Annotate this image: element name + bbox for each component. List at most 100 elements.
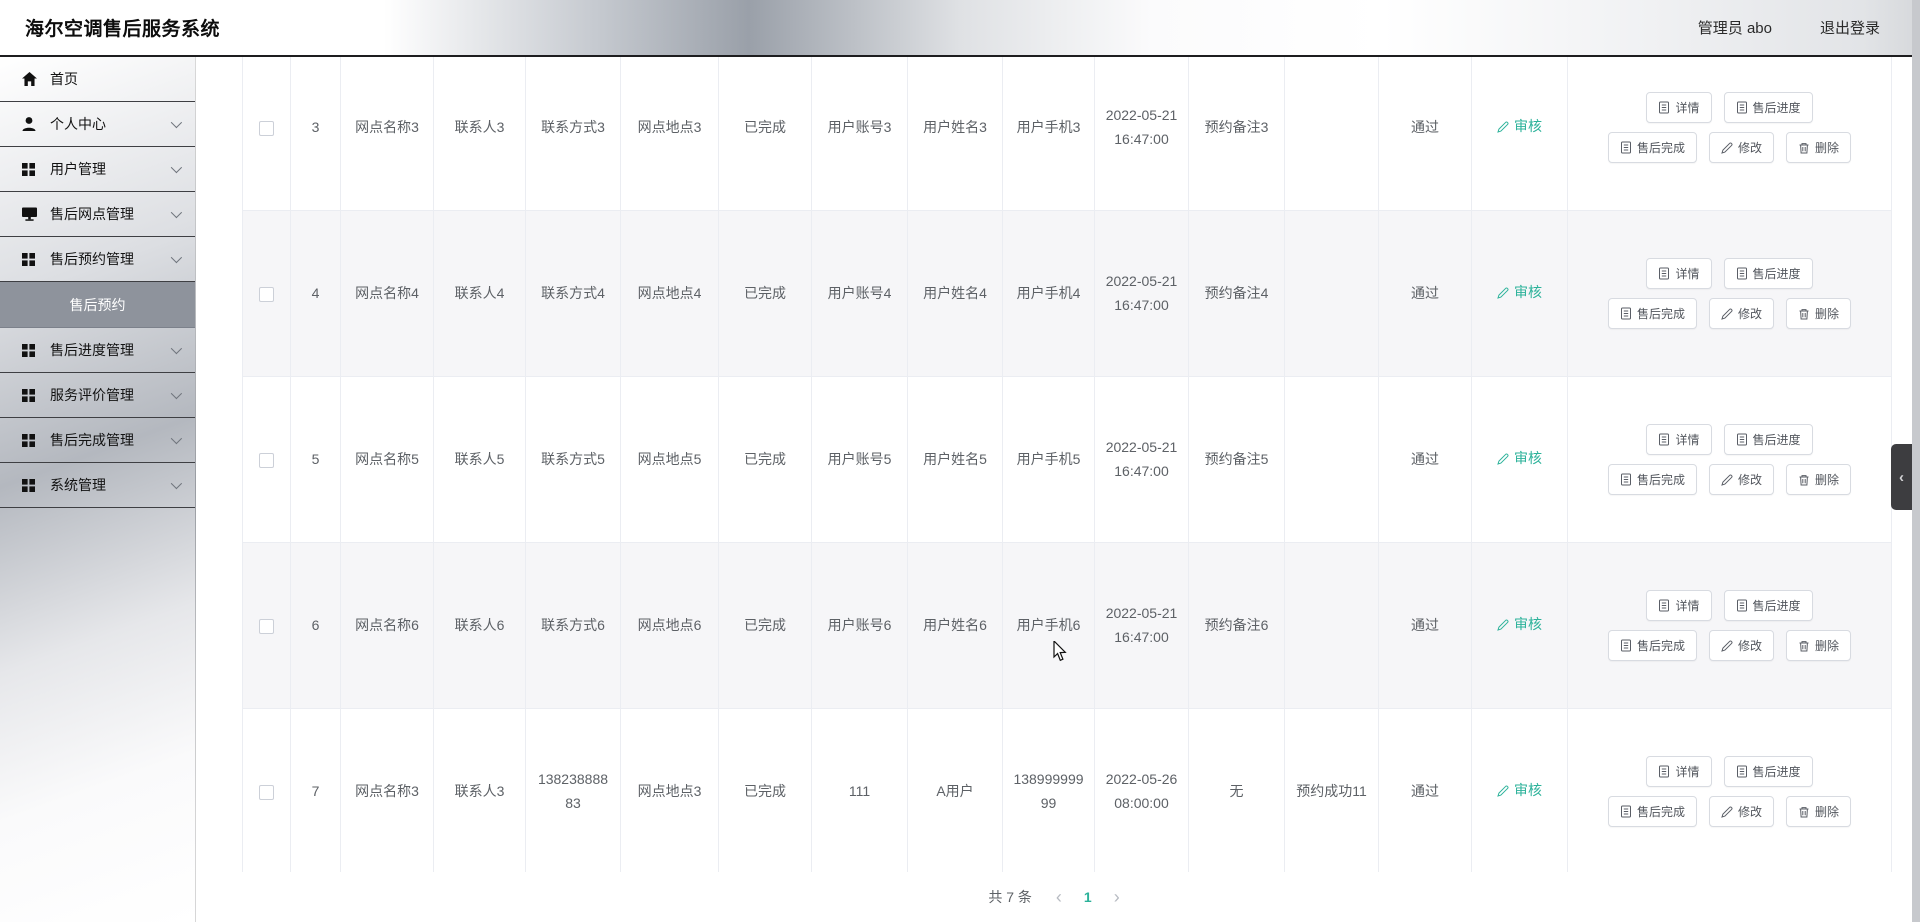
cell-contact: 联系人3	[433, 57, 526, 211]
detail-button[interactable]: 详情	[1646, 756, 1712, 787]
edit-button[interactable]: 修改	[1708, 796, 1774, 827]
row-checkbox[interactable]	[259, 120, 274, 136]
sidebar-item-label: 系统管理	[50, 477, 106, 493]
sidebar-item[interactable]: 首页	[0, 57, 195, 102]
sidebar-item[interactable]: 售后预约管理	[0, 237, 195, 282]
document-icon	[1736, 267, 1748, 280]
page-number-current[interactable]: 1	[1076, 889, 1100, 905]
cell-account: 111	[811, 708, 908, 872]
edit-icon	[1497, 287, 1509, 299]
complete-button[interactable]: 售后完成	[1607, 132, 1697, 163]
cell-address: 网点地点3	[620, 708, 719, 872]
detail-button[interactable]: 详情	[1646, 92, 1712, 123]
cell-remark: 预约备注3	[1188, 57, 1285, 211]
complete-button[interactable]: 售后完成	[1607, 464, 1697, 495]
audit-link[interactable]: 审核	[1497, 779, 1542, 802]
cell-success	[1284, 542, 1379, 709]
cell-time: 2022-05-21 16:47:00	[1094, 210, 1189, 377]
row-checkbox[interactable]	[259, 286, 274, 302]
cell-audit-status: 通过	[1378, 542, 1472, 709]
progress-button[interactable]: 售后进度	[1723, 424, 1813, 455]
cell-contact-method: 联系方式6	[525, 542, 621, 709]
audit-link[interactable]: 审核	[1497, 613, 1542, 636]
edit-button[interactable]: 修改	[1708, 132, 1774, 163]
cell-index: 4	[290, 210, 341, 377]
sidebar-item[interactable]: 个人中心	[0, 102, 195, 147]
cell-status: 已完成	[718, 57, 812, 211]
cell-audit-status: 通过	[1378, 57, 1472, 211]
row-checkbox[interactable]	[259, 784, 274, 800]
cell-audit-status: 通过	[1378, 708, 1472, 872]
row-checkbox[interactable]	[259, 452, 274, 468]
delete-button[interactable]: 删除	[1786, 796, 1852, 827]
cell-contact-method: 联系方式5	[525, 376, 621, 543]
panel-collapse-button[interactable]: ‹	[1891, 444, 1912, 510]
delete-icon	[1798, 474, 1810, 486]
sidebar-item-label: 售后网点管理	[50, 206, 134, 222]
audit-link[interactable]: 审核	[1497, 447, 1542, 470]
delete-button[interactable]: 删除	[1786, 464, 1852, 495]
grid-icon	[22, 478, 38, 492]
progress-button[interactable]: 售后进度	[1723, 756, 1813, 787]
next-page-icon[interactable]: ›	[1106, 888, 1128, 906]
cell-audit: 审核	[1471, 708, 1568, 872]
cell-checkbox	[242, 57, 291, 211]
cell-audit: 审核	[1471, 210, 1568, 377]
edit-button[interactable]: 修改	[1708, 464, 1774, 495]
sidebar-item[interactable]: 售后完成管理	[0, 418, 195, 463]
delete-button[interactable]: 删除	[1786, 630, 1852, 661]
cell-success	[1284, 57, 1379, 211]
edit-button[interactable]: 修改	[1708, 298, 1774, 329]
sidebar-item[interactable]: 售后进度管理	[0, 328, 195, 373]
sidebar-subitem-active[interactable]: 售后预约	[0, 282, 195, 328]
button-label: 删除	[1815, 307, 1840, 321]
document-icon	[1620, 805, 1632, 818]
cell-actions: 详情 售后进度 售后完成 修改 删除	[1567, 542, 1892, 709]
complete-button[interactable]: 售后完成	[1607, 796, 1697, 827]
main-content: 3 网点名称3 联系人3 联系方式3 网点地点3 已完成 用户账号3 用户姓名3 用户手机3 20…	[196, 57, 1920, 922]
prev-page-icon[interactable]: ‹	[1048, 888, 1070, 906]
detail-button[interactable]: 详情	[1646, 258, 1712, 289]
monitor-icon	[22, 207, 38, 221]
sidebar-item[interactable]: 用户管理	[0, 147, 195, 192]
cell-status: 已完成	[718, 376, 812, 543]
progress-button[interactable]: 售后进度	[1723, 258, 1813, 289]
sidebar-item[interactable]: 系统管理	[0, 463, 195, 508]
sidebar-item-label: 个人中心	[50, 116, 106, 132]
table-row: 7 网点名称3 联系人3 13823888883 网点地点3 已完成 111 A用户 13899…	[242, 708, 1892, 872]
progress-button[interactable]: 售后进度	[1723, 590, 1813, 621]
progress-button[interactable]: 售后进度	[1723, 92, 1813, 123]
cell-audit: 审核	[1471, 542, 1568, 709]
chevron-down-icon	[170, 251, 183, 264]
chevron-down-icon	[170, 387, 183, 400]
delete-icon	[1798, 308, 1810, 320]
logout-button[interactable]: 退出登录	[1820, 17, 1880, 38]
complete-button[interactable]: 售后完成	[1607, 630, 1697, 661]
delete-button[interactable]: 删除	[1786, 298, 1852, 329]
grid-icon	[22, 343, 38, 357]
edit-button[interactable]: 修改	[1708, 630, 1774, 661]
button-label: 删除	[1815, 141, 1840, 155]
row-checkbox[interactable]	[259, 618, 274, 634]
detail-button[interactable]: 详情	[1646, 424, 1712, 455]
cell-audit-status: 通过	[1378, 376, 1472, 543]
cell-contact: 联系人3	[433, 708, 526, 872]
button-label: 删除	[1815, 805, 1840, 819]
detail-button[interactable]: 详情	[1646, 590, 1712, 621]
delete-button[interactable]: 删除	[1786, 132, 1852, 163]
document-icon	[1620, 639, 1632, 652]
pagination: 共 7 条 ‹ 1 ›	[196, 872, 1920, 922]
table-row: 4 网点名称4 联系人4 联系方式4 网点地点4 已完成 用户账号4 用户姓名4 用户手机4 20…	[242, 210, 1892, 377]
document-icon	[1620, 473, 1632, 486]
complete-button[interactable]: 售后完成	[1607, 298, 1697, 329]
audit-link[interactable]: 审核	[1497, 115, 1542, 138]
chevron-down-icon	[170, 116, 183, 129]
cell-contact-method: 联系方式3	[525, 57, 621, 211]
scrollbar-track[interactable]	[1912, 0, 1920, 922]
cell-account: 用户账号4	[811, 210, 908, 377]
sidebar-item[interactable]: 售后网点管理	[0, 192, 195, 237]
sidebar-item[interactable]: 服务评价管理	[0, 373, 195, 418]
chevron-down-icon	[170, 477, 183, 490]
audit-link[interactable]: 审核	[1497, 281, 1542, 304]
cell-success	[1284, 210, 1379, 377]
